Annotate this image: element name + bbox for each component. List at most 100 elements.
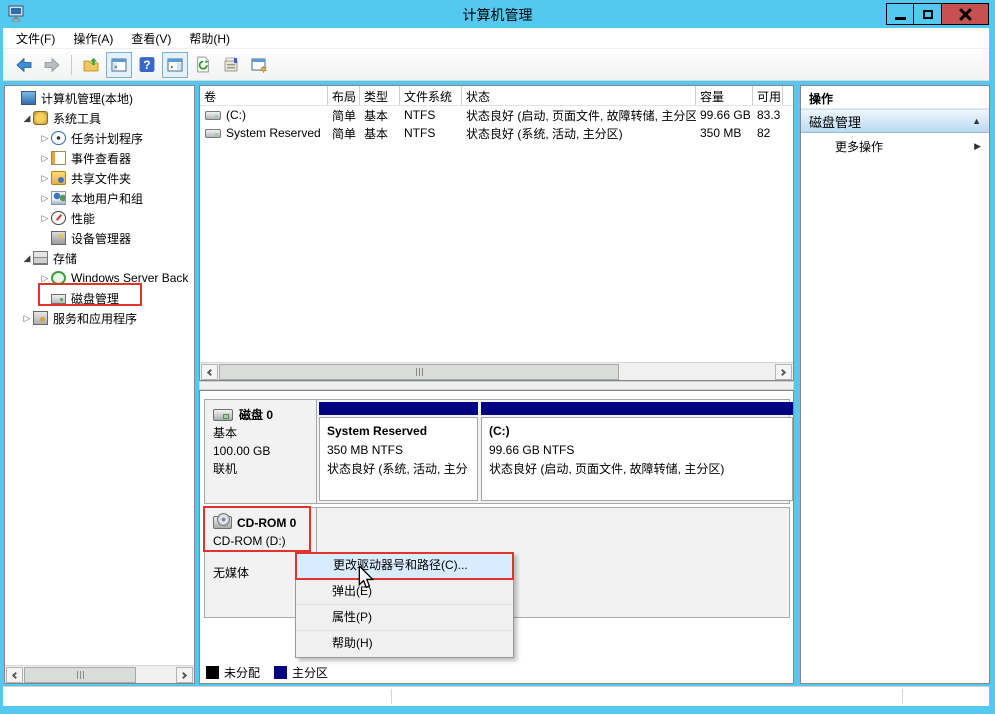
up-folder-button[interactable] [78,52,104,78]
disk0-size: 100.00 GB [213,442,310,460]
actions-section-disk-management[interactable]: 磁盘管理 ▲ [801,109,989,133]
cell-布局: 简单 [328,125,360,142]
cell-可用: 83.3 [753,108,783,122]
minimize-button[interactable] [886,3,914,25]
submenu-arrow-icon: ▶ [974,141,981,152]
disk0-row: 磁盘 0 基本 100.00 GB 联机 System Reserved 350… [204,399,790,504]
help-icon: ? [138,56,156,73]
column-header-0[interactable]: 卷 [200,86,328,105]
show-console-tree-button[interactable] [106,52,132,78]
hard-disk-icon [213,409,233,421]
panel-splitter[interactable] [199,381,794,390]
tree-item-storage[interactable]: ◢ 存储 [5,248,194,268]
show-action-pane-icon [166,57,184,73]
maximize-button[interactable] [914,3,942,25]
tree-item-label: 事件查看器 [71,150,131,167]
scrollbar-thumb[interactable] [24,667,136,683]
collapse-caret-icon[interactable]: ▲ [972,116,981,126]
expander-closed-icon[interactable]: ▷ [39,273,51,284]
context-menu-item-help[interactable]: 帮助(H) [296,631,513,657]
expander-closed-icon[interactable]: ▷ [39,193,51,204]
tree-item-system-tools[interactable]: ◢系统工具 [5,108,194,128]
scroll-right-button[interactable] [176,667,193,683]
partition-name: (C:) [489,422,785,441]
tree-item-event-viewer[interactable]: ▷ 事件查看器 [5,148,194,168]
context-menu-item-change-drive-letter-and-paths[interactable]: 更改驱动器号和路径(C)... [296,553,513,579]
volume-table-header: 卷布局类型文件系统状态容量可用 [200,86,793,106]
partition-name: System Reserved [327,422,470,441]
volume-list-horizontal-scrollbar[interactable] [200,362,793,380]
menu-bar: 文件(F) 操作(A) 查看(V) 帮助(H) [3,28,989,49]
back-button[interactable] [11,52,37,78]
tree-item-computer-management-local[interactable]: 计算机管理(本地) [5,88,194,108]
tree-item-shared-folders[interactable]: ▷ 共享文件夹 [5,168,194,188]
partition-size: 99.66 GB NTFS [489,441,785,460]
expander-closed-icon[interactable]: ▷ [39,153,51,164]
computer-management-window: 计算机管理 文件(F) 操作(A) 查看(V) 帮助(H) ? 计算机管理(本地… [0,0,995,714]
actions-pane-title: 操作 [801,86,989,109]
expander-open-icon[interactable]: ◢ [21,113,33,124]
column-header-6[interactable]: 可用 [753,86,783,105]
cell-可用: 82 [753,126,783,140]
volume-row-0[interactable]: (C:)简单基本NTFS状态良好 (启动, 页面文件, 故障转储, 主分区)99… [200,106,793,124]
tree-item-label: 共享文件夹 [71,170,131,187]
primary-partition-color-swatch [274,666,287,679]
tree-item-services-and-applications[interactable]: ▷服务和应用程序 [5,308,194,328]
tree-item-label: 存储 [53,250,77,267]
column-header-5[interactable]: 容量 [696,86,753,105]
column-header-4[interactable]: 状态 [462,86,696,105]
up-folder-icon [82,57,100,73]
partition-system-reserved[interactable]: System Reserved 350 MB NTFS 状态良好 (系统, 活动… [319,402,478,501]
tree-item-disk-management[interactable]: 磁盘管理 [5,288,194,308]
expander-closed-icon[interactable]: ▷ [21,313,33,324]
context-menu-item-eject[interactable]: 弹出(E) [296,579,513,605]
expander-closed-icon[interactable]: ▷ [39,213,51,224]
tree-item-performance[interactable]: ▷性能 [5,208,194,228]
tree-item-windows-server-backup[interactable]: ▷Windows Server Back [5,268,194,288]
cdrom-name: CD-ROM 0 [237,516,296,530]
more-actions-item[interactable]: 更多操作 ▶ [801,133,989,159]
scroll-right-button[interactable] [775,364,792,380]
status-bar [3,686,989,706]
menu-view[interactable]: 查看(V) [122,27,180,50]
properties-button[interactable] [218,52,244,78]
cell-容量: 350 MB [696,126,753,140]
tree-item-label: 任务计划程序 [71,130,143,147]
forward-icon [42,57,62,73]
tree-item-local-users-and-groups[interactable]: ▷本地用户和组 [5,188,194,208]
partition-c[interactable]: (C:) 99.66 GB NTFS 状态良好 (启动, 页面文件, 故障转储,… [481,402,793,501]
show-action-pane-button[interactable] [162,52,188,78]
expander-closed-icon[interactable]: ▷ [39,133,51,144]
tree-item-device-manager[interactable]: 设备管理器 [5,228,194,248]
performance-icon [51,211,66,225]
console-window-button[interactable] [246,52,272,78]
close-button[interactable] [942,3,989,25]
system-tools-icon [33,111,48,125]
column-header-1[interactable]: 布局 [328,86,360,105]
storage-icon [33,251,48,265]
disk0-info-box[interactable]: 磁盘 0 基本 100.00 GB 联机 [205,400,317,503]
scroll-left-button[interactable] [201,364,218,380]
cell-卷: (C:) [200,108,328,122]
properties-icon [222,57,240,73]
volume-row-1[interactable]: System Reserved简单基本NTFS状态良好 (系统, 活动, 主分区… [200,124,793,142]
column-header-2[interactable]: 类型 [360,86,400,105]
menu-action[interactable]: 操作(A) [64,27,122,50]
context-menu-item-properties[interactable]: 属性(P) [296,605,513,631]
forward-button[interactable] [39,52,65,78]
disk-management-icon [51,294,66,304]
tree-horizontal-scrollbar[interactable] [5,665,194,683]
scroll-left-button[interactable] [6,667,23,683]
toolbar-separator [71,55,72,75]
cell-布局: 简单 [328,107,360,124]
expander-open-icon[interactable]: ◢ [21,253,33,264]
help-button[interactable]: ? [134,52,160,78]
partition-size: 350 MB NTFS [327,441,470,460]
menu-file[interactable]: 文件(F) [7,27,64,50]
menu-help[interactable]: 帮助(H) [180,27,239,50]
refresh-button[interactable] [190,52,216,78]
expander-closed-icon[interactable]: ▷ [39,173,51,184]
tree-item-task-scheduler[interactable]: ▷ 任务计划程序 [5,128,194,148]
column-header-3[interactable]: 文件系统 [400,86,462,105]
scrollbar-thumb[interactable] [219,364,619,380]
